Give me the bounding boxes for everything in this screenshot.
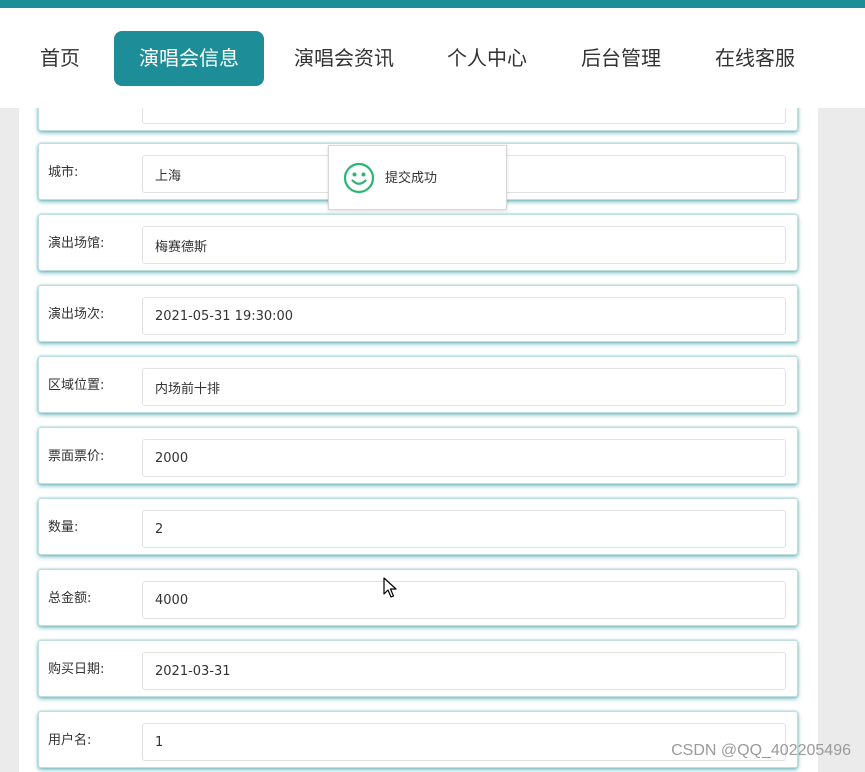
- nav-home[interactable]: 首页: [24, 31, 96, 86]
- quantity-label: 数量:: [48, 520, 79, 535]
- nav-online-service[interactable]: 在线客服: [700, 31, 810, 86]
- nav-concert-news[interactable]: 演唱会资讯: [282, 31, 406, 86]
- username-label: 用户名:: [48, 733, 92, 748]
- form-row-partial: [38, 108, 798, 131]
- nav-concert-info[interactable]: 演唱会信息: [114, 31, 264, 86]
- form-row-session: 演出场次:: [38, 285, 798, 342]
- form-row-total: 总金额:: [38, 569, 798, 626]
- form-row-price: 票面票价:: [38, 427, 798, 484]
- smiley-icon: [343, 162, 375, 194]
- form-row-area: 区域位置:: [38, 356, 798, 413]
- form-row-input[interactable]: [142, 108, 786, 124]
- success-toast: 提交成功: [328, 145, 507, 210]
- purchase-date-input[interactable]: [142, 652, 786, 690]
- session-label: 演出场次:: [48, 307, 105, 322]
- total-input[interactable]: [142, 581, 786, 619]
- price-input[interactable]: [142, 439, 786, 477]
- watermark: CSDN @QQ_402205496: [671, 742, 851, 759]
- form-row-quantity: 数量:: [38, 498, 798, 555]
- form-row-purchase-date: 购买日期:: [38, 640, 798, 697]
- mouse-pointer-icon: [383, 577, 397, 603]
- main-navbar: 首页 演唱会信息 演唱会资讯 个人中心 后台管理 在线客服: [0, 8, 865, 108]
- city-label: 城市:: [48, 165, 79, 180]
- toast-message: 提交成功: [385, 171, 438, 186]
- venue-label: 演出场馆:: [48, 236, 105, 251]
- total-label: 总金额:: [48, 591, 92, 606]
- session-input[interactable]: [142, 297, 786, 335]
- form-row-venue: 演出场馆:: [38, 214, 798, 271]
- area-input[interactable]: [142, 368, 786, 406]
- price-label: 票面票价:: [48, 449, 105, 464]
- nav-personal-center[interactable]: 个人中心: [432, 31, 542, 86]
- venue-input[interactable]: [142, 226, 786, 264]
- area-label: 区域位置:: [48, 378, 105, 393]
- purchase-date-label: 购买日期:: [48, 662, 105, 677]
- top-accent-bar: [0, 0, 865, 8]
- quantity-input[interactable]: [142, 510, 786, 548]
- nav-admin[interactable]: 后台管理: [566, 31, 676, 86]
